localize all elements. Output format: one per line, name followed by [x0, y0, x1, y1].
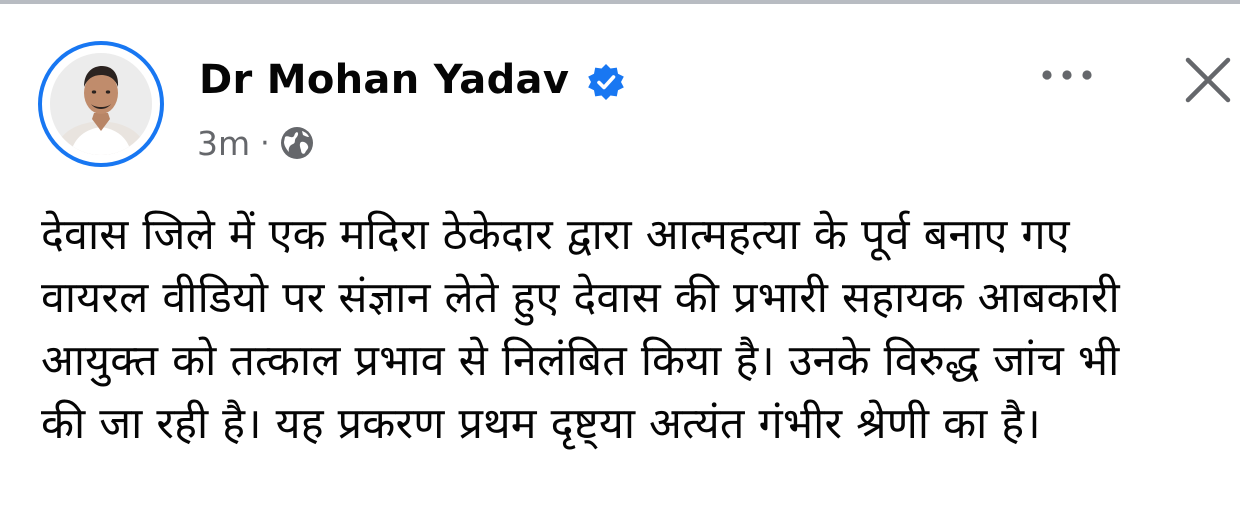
post-body-line: की जा रही है। यह प्रकरण प्रथम दृष्ट्या अ… [41, 399, 1041, 449]
more-options-icon[interactable] [1040, 62, 1094, 88]
close-icon[interactable] [1182, 54, 1234, 106]
post-body: देवास जिले में एक मदिरा ठेकेदार द्वारा आ… [41, 204, 1231, 456]
profile-photo [50, 53, 152, 155]
post-timestamp[interactable]: 3m [197, 124, 250, 163]
post-body-line: आयुक्त को तत्काल प्रभाव से निलंबित किया … [41, 336, 1120, 386]
globe-icon[interactable] [278, 124, 316, 162]
top-divider [0, 0, 1240, 4]
post-body-line: वायरल वीडियो पर संज्ञान लेते हुए देवास क… [41, 273, 1120, 323]
post-meta: 3m · [197, 122, 316, 164]
meta-separator: · [260, 125, 270, 161]
author-name[interactable]: Dr Mohan Yadav [199, 57, 569, 103]
verified-badge-icon [588, 64, 624, 100]
avatar[interactable] [38, 41, 164, 167]
post-body-line: देवास जिले में एक मदिरा ठेकेदार द्वारा आ… [41, 210, 1070, 260]
